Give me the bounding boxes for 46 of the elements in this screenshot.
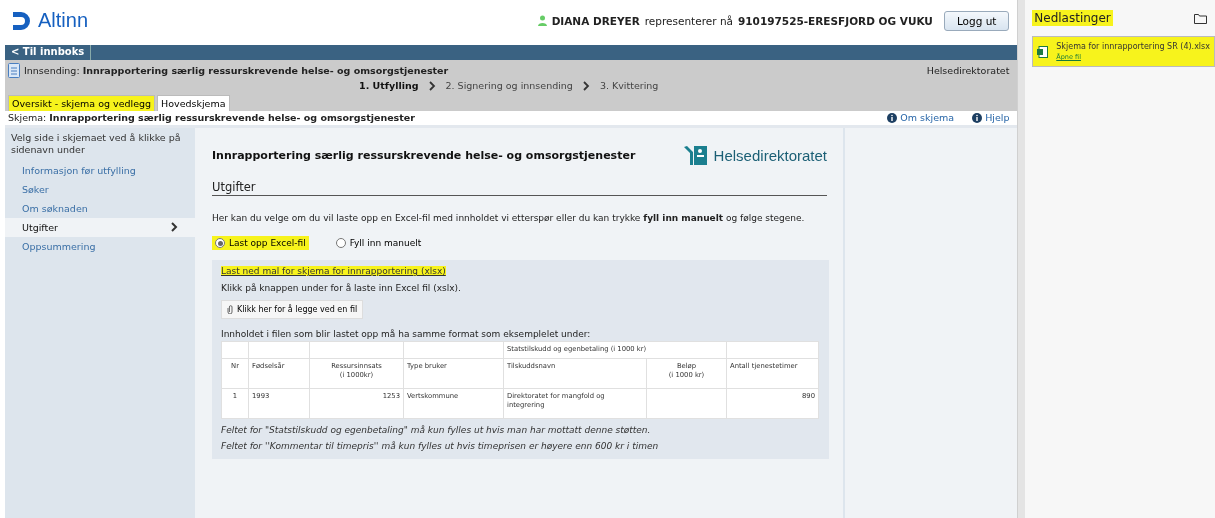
step-label: 1. Utfylling: [359, 80, 419, 91]
logo-icon: [10, 9, 32, 32]
downloads-title: Nedlastinger: [1032, 10, 1113, 26]
step-label: 2. Signering og innsending: [445, 80, 573, 91]
chevron-icon: [171, 222, 178, 233]
chevron-icon: [582, 80, 590, 91]
template-link[interactable]: Last ned mal for skjema for innrapportering (xlsx): [221, 266, 446, 277]
upload-instruction: Klikk på knappen under for å laste inn Excel fil (xslx).: [221, 282, 462, 295]
section-heading: Utgifter: [212, 180, 827, 196]
logout-button[interactable]: Logg ut: [943, 10, 1010, 31]
sidebar-intro: Velg side i skjemaet ved å klikke på sidenavn under: [10, 132, 182, 158]
agency-name: Helsedirektoratet: [926, 65, 1010, 76]
organization-name: 910197525-ERESFJORD OG VUKU: [738, 14, 933, 27]
logo-text: Altinn: [38, 9, 89, 32]
help-link[interactable]: Hjelp: [972, 112, 1010, 123]
radio-option[interactable]: Fyll inn manuelt: [332, 236, 425, 251]
radio-icon[interactable]: [335, 238, 346, 249]
radio-option[interactable]: Last opp Excel-fil: [212, 236, 309, 251]
agency-logo-text: Helsedirektoratet: [713, 146, 827, 164]
intro-text: Her kan du velge om du vil laste opp en Excel-fil med innholdet vi etterspør eller du kan trykke fyll inn manuelt og følge stegene.: [212, 212, 806, 225]
form-title: Skjema: Innrapportering særlig ressurskrevende helse- og omsorgstjenester: [8, 112, 415, 123]
sidebar-item[interactable]: Oppsummering: [5, 236, 195, 256]
note-text: Feltet for ''Kommentar til timepris'' må kun fylles ut hvis timeprisen er høyere enn 600 kr i timen: [221, 440, 660, 451]
note-text: Feltet for "Statstilskudd og egenbetaling" må kun fylles ut hvis man har mottatt denne støtten.: [221, 424, 652, 435]
tab[interactable]: Hovedskjema: [157, 95, 230, 111]
format-note: Innholdet i filen som blir lastet opp må ha samme format som eksemplelet under:: [221, 328, 592, 341]
about-form-link[interactable]: Om skjema: [887, 112, 955, 123]
user-icon: [537, 15, 547, 26]
represents-label: representerer nå: [644, 14, 733, 27]
file-name: Skjema for innrapportering SR (4).xlsx: [1056, 42, 1210, 51]
form-heading: Innrapportering særlig ressurskrevende helse- og omsorgstjenester: [212, 148, 636, 162]
sidebar-item[interactable]: Om søknaden: [5, 198, 195, 218]
tab[interactable]: Oversikt - skjema og vedlegg: [8, 95, 156, 111]
sidebar-item[interactable]: Søker: [5, 179, 195, 199]
user-name: DIANA DREYER: [551, 14, 640, 27]
submission-title: Innsending: Innrapportering særlig ressurskrevende helse- og omsorgstjenester: [24, 65, 449, 76]
chevron-icon: [428, 80, 436, 91]
paperclip-icon: [227, 305, 233, 315]
step-label: 3. Kvittering: [599, 80, 659, 91]
attach-button[interactable]: Klikk her for å legge ved en fil: [221, 300, 364, 320]
folder-icon[interactable]: [1194, 12, 1207, 24]
radio-icon[interactable]: [215, 238, 225, 249]
sidebar-item[interactable]: Informasjon før utfylling: [5, 160, 195, 180]
document-icon: [8, 63, 20, 78]
sidebar-item[interactable]: Utgifter: [5, 217, 195, 237]
spreadsheet-icon: [1037, 45, 1049, 58]
